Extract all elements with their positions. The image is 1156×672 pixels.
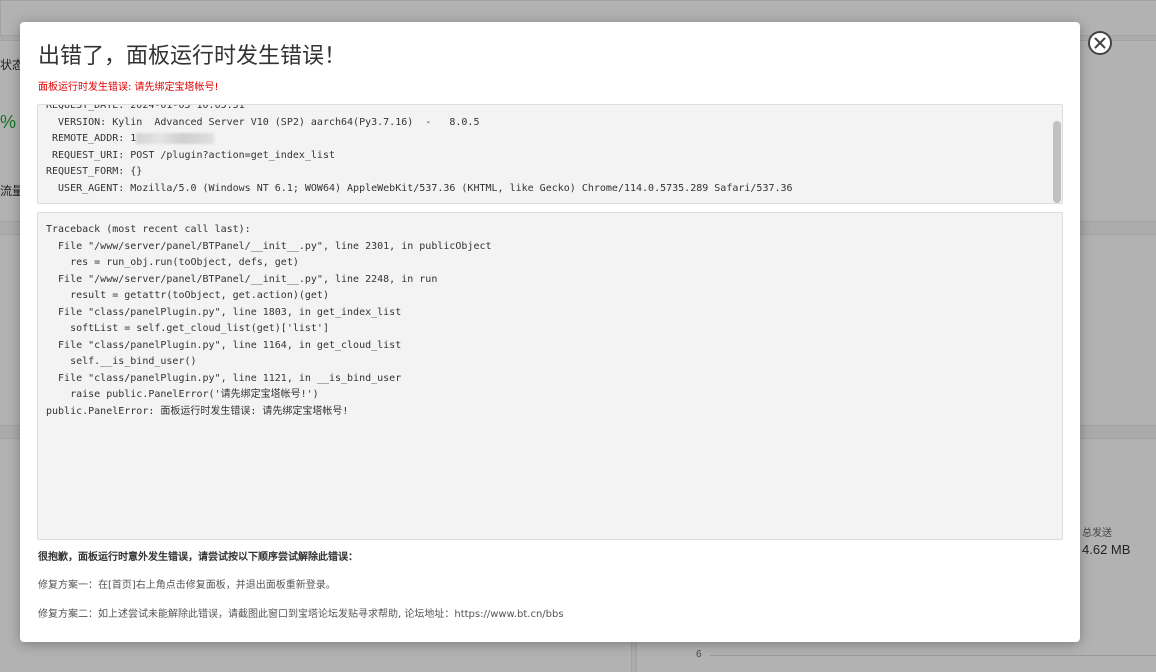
traceback-line: Traceback (most recent call last): — [46, 224, 251, 235]
request-box-scrollbar[interactable] — [1053, 121, 1061, 203]
traceback-line: File "/www/server/panel/BTPanel/__init__… — [46, 240, 492, 252]
request-line: REQUEST_FORM: {} — [46, 166, 143, 177]
close-x-glyph — [1094, 37, 1106, 49]
traceback-line: result = getattr(toObject, get.action)(g… — [46, 290, 329, 301]
traceback-line: public.PanelError: 面板运行时发生错误: 请先绑定宝塔帐号! — [46, 405, 349, 417]
fix-option-2: 修复方案二：如上述尝试未能解除此错误，请截图此窗口到宝塔论坛发贴寻求帮助, 论坛… — [38, 609, 564, 620]
remote-addr-text: REMOTE_ADDR: 1 — [46, 133, 137, 144]
fix-option-1: 修复方案一：在[首页]右上角点击修复面板，并退出面板重新登录。 — [38, 580, 336, 591]
traceback-line: File "class/panelPlugin.py", line 1121, … — [46, 372, 402, 384]
redacted-ip-blur — [136, 132, 215, 144]
request-info-box[interactable]: REQUEST_DATE: 2024-01-05 10:05:51 VERSIO… — [37, 104, 1063, 204]
traceback-line: softList = self.get_cloud_list(get)['lis… — [46, 323, 329, 334]
traceback-line: raise public.PanelError('请先绑定宝塔帐号!') — [46, 389, 319, 400]
traceback-line: File "class/panelPlugin.py", line 1803, … — [46, 306, 402, 318]
request-info-lines: REQUEST_DATE: 2024-01-05 10:05:51 VERSIO… — [46, 104, 1048, 197]
traceback-box[interactable]: Traceback (most recent call last): File … — [37, 212, 1063, 540]
request-line: USER_AGENT: Mozilla/5.0 (Windows NT 6.1;… — [46, 182, 793, 194]
request-line: VERSION: Kylin Advanced Server V10 (SP2)… — [46, 116, 480, 128]
request-line: REQUEST_URI: POST /plugin?action=get_ind… — [46, 149, 335, 161]
request-line: REQUEST_DATE: 2024-01-05 10:05:51 — [46, 104, 245, 111]
close-circle-icon[interactable] — [1088, 31, 1112, 55]
dialog-title: 出错了，面板运行时发生错误！ — [38, 44, 347, 69]
error-summary: 面板运行时发生错误: 请先绑定宝塔帐号! — [38, 82, 219, 93]
traceback-line: res = run_obj.run(toObject, defs, get) — [46, 257, 299, 268]
traceback-lines: Traceback (most recent call last): File … — [46, 222, 1054, 420]
request-line: REMOTE_ADDR: 1 — [46, 131, 1048, 148]
traceback-line: File "class/panelPlugin.py", line 1164, … — [46, 339, 402, 351]
traceback-line: File "/www/server/panel/BTPanel/__init__… — [46, 273, 438, 285]
traceback-line: self.__is_bind_user() — [46, 356, 197, 367]
help-heading: 很抱歉，面板运行时意外发生错误，请尝试按以下顺序尝试解除此错误： — [38, 552, 358, 563]
error-dialog: 出错了，面板运行时发生错误！ 面板运行时发生错误: 请先绑定宝塔帐号! REQU… — [20, 22, 1112, 642]
